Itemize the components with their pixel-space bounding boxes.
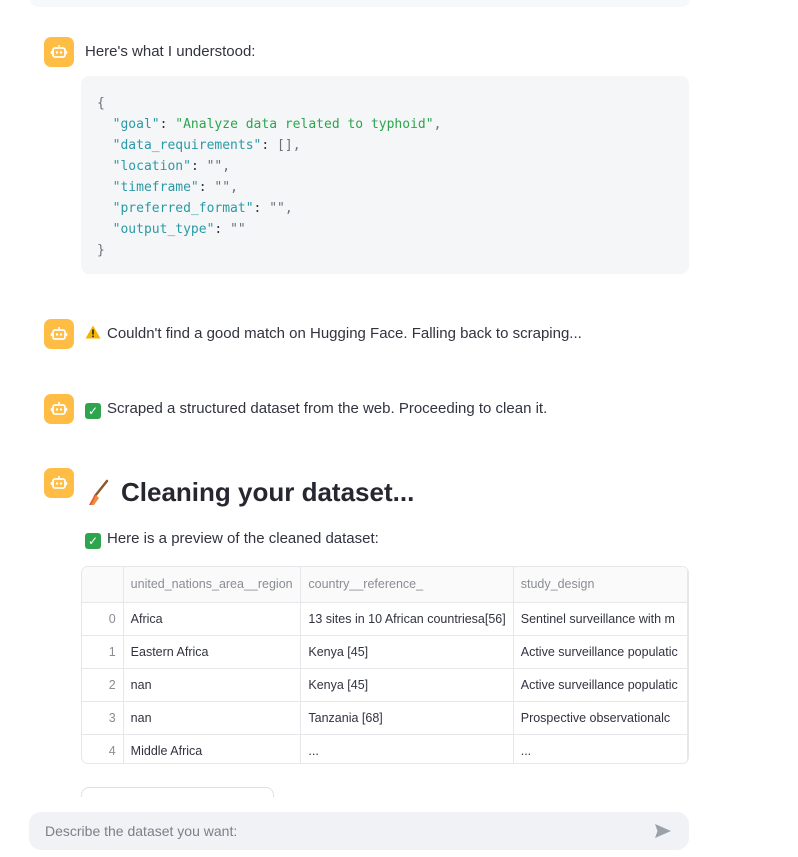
preview-message-text: Here is a preview of the cleaned dataset… bbox=[107, 530, 379, 547]
code-brace: } bbox=[97, 243, 105, 258]
previous-message-fragment bbox=[30, 0, 690, 7]
robot-icon bbox=[44, 319, 74, 349]
table-cell[interactable]: Kenya [45] bbox=[300, 668, 514, 702]
code-value: [] bbox=[277, 138, 293, 153]
assistant-message-warning: Couldn't find a good match on Hugging Fa… bbox=[44, 319, 582, 349]
code-comma: , bbox=[284, 201, 293, 216]
robot-icon bbox=[44, 468, 74, 498]
json-code-block: { "goal": "Analyze data related to typho… bbox=[81, 76, 689, 274]
table-cell[interactable]: Active surveillance populatic bbox=[513, 668, 688, 702]
table-cell[interactable]: Prospective observationalc bbox=[513, 701, 688, 735]
table-cell[interactable]: Active surveillance populatic bbox=[513, 635, 688, 669]
row-index[interactable]: 1 bbox=[82, 635, 124, 669]
data-table[interactable]: united_nations_area__region country__refe… bbox=[82, 567, 688, 763]
table-cell[interactable]: ... bbox=[300, 734, 514, 763]
code-key: "location" bbox=[112, 159, 191, 174]
code-line: "output_type": "" bbox=[112, 222, 246, 237]
scraped-message-text: Scraped a structured dataset from the we… bbox=[107, 400, 548, 417]
table-cell[interactable]: Middle Africa bbox=[123, 734, 302, 763]
cleaning-heading: Cleaning your dataset... bbox=[85, 477, 414, 508]
row-index[interactable]: 0 bbox=[82, 602, 124, 636]
broom-icon bbox=[89, 479, 109, 505]
code-value: "" bbox=[214, 180, 231, 195]
code-value: "Analyze data related to typhoid" bbox=[175, 117, 434, 132]
row-index[interactable]: 4 bbox=[82, 734, 124, 763]
assistant-message-understood: Here's what I understood: bbox=[44, 37, 255, 67]
code-key: "output_type" bbox=[112, 222, 215, 237]
code-value: "" bbox=[206, 159, 223, 174]
robot-icon bbox=[44, 394, 74, 424]
code-line: "preferred_format": "", bbox=[112, 201, 293, 216]
row-index[interactable]: 3 bbox=[82, 701, 124, 735]
column-header[interactable]: study_design bbox=[513, 567, 688, 603]
warning-message-text: Couldn't find a good match on Hugging Fa… bbox=[107, 325, 582, 342]
table-cell[interactable]: 13 sites in 10 African countriesa[56] bbox=[300, 602, 514, 636]
message-text: Here's what I understood: bbox=[85, 43, 256, 60]
cleaning-heading-text: Cleaning your dataset... bbox=[121, 477, 415, 507]
table-cell[interactable]: Eastern Africa bbox=[123, 635, 302, 669]
code-key: "timeframe" bbox=[112, 180, 199, 195]
robot-icon bbox=[44, 37, 74, 67]
code-line: "goal": "Analyze data related to typhoid… bbox=[112, 117, 442, 132]
code-comma: , bbox=[222, 159, 231, 174]
assistant-message-cleaning bbox=[44, 468, 74, 498]
code-value: "" bbox=[230, 222, 246, 237]
code-line: "data_requirements": [], bbox=[112, 138, 301, 153]
code-value: "" bbox=[269, 201, 285, 216]
column-header[interactable]: country__reference_ bbox=[300, 567, 514, 603]
dataframe-preview[interactable]: united_nations_area__region country__refe… bbox=[81, 566, 689, 764]
table-cell[interactable]: Kenya [45] bbox=[300, 635, 514, 669]
send-icon[interactable] bbox=[653, 821, 673, 841]
assistant-message-scraped: ✓ Scraped a structured dataset from the w… bbox=[44, 394, 547, 424]
code-comma: , bbox=[230, 180, 238, 195]
code-line: "timeframe": "", bbox=[112, 180, 238, 195]
check-icon: ✓ bbox=[85, 533, 101, 549]
code-line: } bbox=[97, 240, 673, 261]
table-row[interactable]: 2 nan Kenya [45] Active surveillance popula… bbox=[82, 668, 688, 702]
code-line: { bbox=[97, 93, 673, 114]
chat-input[interactable] bbox=[45, 823, 653, 839]
code-key: "goal" bbox=[112, 117, 160, 132]
table-row[interactable]: 3 nan Tanzania [68] Prospective observation… bbox=[82, 701, 688, 735]
code-key: "preferred_format" bbox=[112, 201, 254, 216]
table-row[interactable]: 0 Africa 13 sites in 10 African countriesa… bbox=[82, 602, 688, 636]
code-comma: , bbox=[292, 138, 301, 153]
preview-message: ✓ Here is a preview of the cleaned datase… bbox=[85, 527, 379, 551]
code-key: "data_requirements" bbox=[112, 138, 262, 153]
table-cell[interactable]: ... bbox=[513, 734, 688, 763]
table-cell[interactable]: nan bbox=[123, 701, 302, 735]
chat-input-bar[interactable] bbox=[29, 812, 689, 850]
row-index[interactable]: 2 bbox=[82, 668, 124, 702]
table-cell[interactable]: nan bbox=[123, 668, 302, 702]
check-icon: ✓ bbox=[85, 403, 101, 419]
table-row[interactable]: 1 Eastern Africa Kenya [45] Active surveill… bbox=[82, 635, 688, 669]
code-line: "location": "", bbox=[112, 159, 231, 174]
code-brace: { bbox=[97, 96, 105, 111]
table-cell[interactable]: Africa bbox=[123, 602, 302, 636]
table-cell[interactable]: Tanzania [68] bbox=[300, 701, 514, 735]
column-header[interactable]: united_nations_area__region bbox=[123, 567, 302, 603]
warning-icon bbox=[85, 325, 101, 339]
table-cell[interactable]: Sentinel surveillance with m bbox=[513, 602, 688, 636]
code-comma: , bbox=[433, 117, 442, 132]
table-row[interactable]: 4 Middle Africa...... bbox=[82, 734, 688, 763]
index-header[interactable] bbox=[82, 567, 124, 603]
